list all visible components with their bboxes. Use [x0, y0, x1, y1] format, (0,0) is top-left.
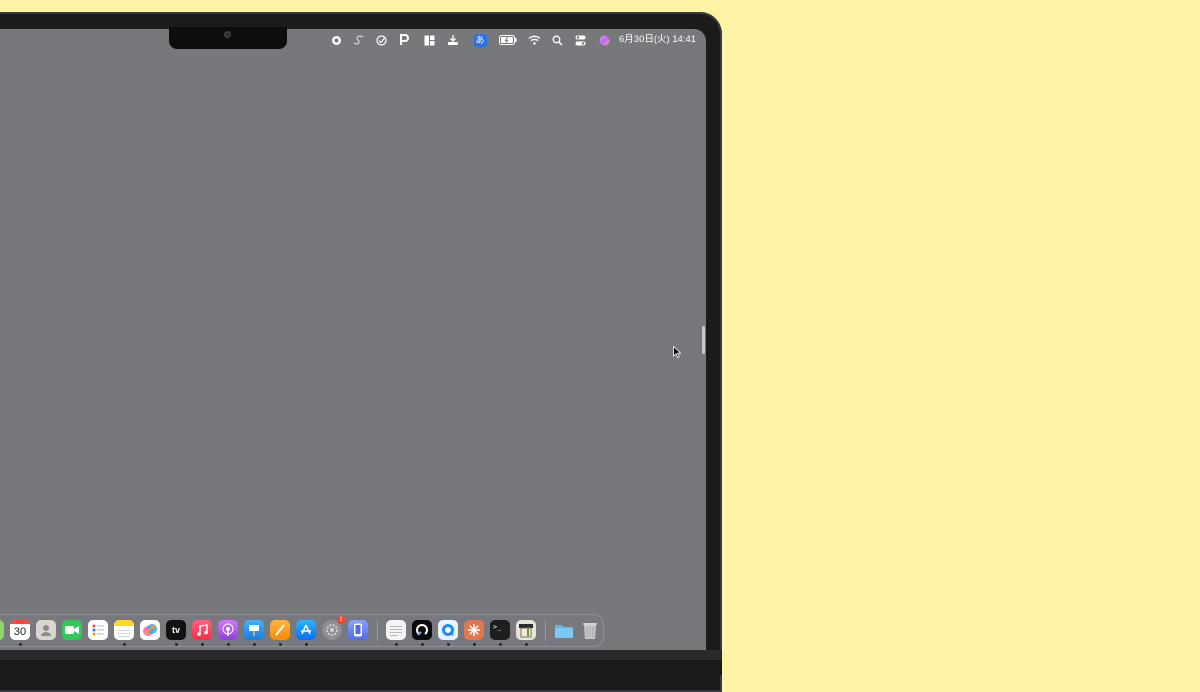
dock-running-dot: [447, 643, 450, 646]
calendar-day: 30: [13, 625, 27, 638]
dock-running-dot: [201, 643, 204, 646]
camera-icon: [224, 31, 231, 38]
laptop-bottom-bezel: [0, 650, 722, 675]
downloads-folder-icon[interactable]: [554, 620, 574, 640]
dock-running-dot: [421, 643, 424, 646]
quicktime-icon[interactable]: [438, 620, 458, 640]
notes-icon[interactable]: [114, 620, 134, 640]
input-method-icon[interactable]: あ: [473, 33, 487, 47]
search-icon[interactable]: [550, 33, 564, 47]
dock-running-dot: [473, 643, 476, 646]
menubar-clock[interactable]: 6月30日(火) 14:41: [619, 33, 697, 47]
scroll-handle[interactable]: [702, 326, 705, 354]
notification-badge: 1: [337, 616, 345, 624]
camera-notch: [169, 27, 287, 49]
scrivener-icon[interactable]: [516, 620, 536, 640]
mouse-cursor-icon: [673, 346, 681, 358]
partial-icon[interactable]: [0, 620, 4, 640]
simulator-icon[interactable]: [348, 620, 368, 640]
arc-icon[interactable]: [412, 620, 432, 640]
record-icon[interactable]: [329, 33, 343, 47]
claude-icon[interactable]: [464, 620, 484, 640]
dock-running-dot: [525, 643, 528, 646]
battery-icon[interactable]: [499, 33, 517, 47]
dock-running-dot: [123, 643, 126, 646]
input-method-label: あ: [473, 33, 487, 47]
reminders-icon[interactable]: [88, 620, 108, 640]
terminal-icon[interactable]: >_: [490, 620, 510, 640]
dock-running-dot: [499, 643, 502, 646]
dock-running-dot: [227, 643, 230, 646]
facetime-icon[interactable]: [62, 620, 82, 640]
pages-icon[interactable]: [270, 620, 290, 640]
dock-running-dot: [395, 643, 398, 646]
music-icon[interactable]: [192, 620, 212, 640]
p-icon[interactable]: [397, 33, 411, 47]
dock-running-dot: [19, 643, 22, 646]
layout-icon[interactable]: [422, 33, 436, 47]
desktop-screen: [0, 29, 706, 650]
wifi-icon[interactable]: [527, 33, 541, 47]
app-store-icon[interactable]: [296, 620, 316, 640]
dock-separator: [545, 620, 546, 641]
control-center-icon[interactable]: [573, 33, 587, 47]
apple-tv-label: tv: [171, 625, 180, 635]
trash-icon[interactable]: [580, 620, 600, 640]
checkmark-icon[interactable]: [374, 33, 388, 47]
textedit-icon[interactable]: [386, 620, 406, 640]
dock-running-dot: [279, 643, 282, 646]
apple-tv-icon[interactable]: tv: [166, 620, 186, 640]
contacts-icon[interactable]: [36, 620, 56, 640]
dock-running-dot: [253, 643, 256, 646]
freeform-icon[interactable]: [140, 620, 160, 640]
calendar-icon[interactable]: 30: [10, 620, 30, 640]
dock-running-dot: [305, 643, 308, 646]
download-icon[interactable]: [446, 33, 460, 47]
menu-bar: あ 6月30日(火) 14:41: [0, 29, 706, 51]
keynote-icon[interactable]: [244, 620, 264, 640]
podcasts-icon[interactable]: [218, 620, 238, 640]
terminal-prompt: >_: [493, 623, 502, 631]
dock: 30 tv 1 >_: [0, 614, 604, 647]
s-icon[interactable]: [352, 33, 366, 47]
dock-running-dot: [175, 643, 178, 646]
siri-icon[interactable]: [597, 33, 611, 47]
dock-separator: [377, 620, 378, 641]
